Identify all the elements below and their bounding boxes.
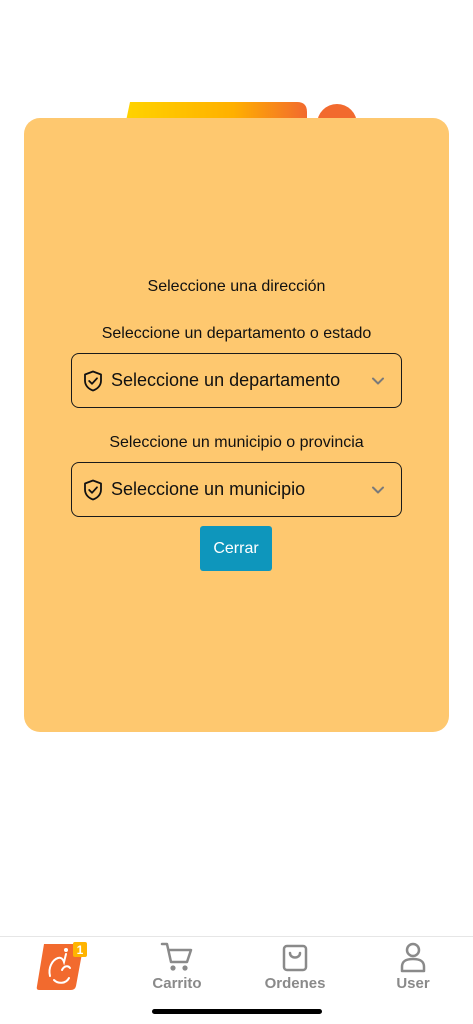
- tab-orders-label: Ordenes: [264, 975, 326, 992]
- shield-check-icon: [84, 479, 102, 500]
- shield-check-icon: [84, 370, 102, 391]
- department-label: Seleccione un departamento o estado: [101, 325, 372, 342]
- tab-cart-label: Carrito: [152, 975, 202, 992]
- tab-cart[interactable]: Carrito: [118, 937, 236, 997]
- brand-hand-icon: 1: [36, 942, 87, 990]
- tab-user[interactable]: User: [354, 937, 472, 997]
- municipality-select-value: Seleccione un municipio: [111, 479, 306, 499]
- cart-icon: [160, 942, 193, 971]
- department-select[interactable]: Seleccione un departamento: [71, 353, 402, 408]
- close-button[interactable]: Cerrar: [200, 526, 272, 571]
- tab-orders[interactable]: Ordenes: [236, 937, 354, 997]
- tab-home[interactable]: 1: [0, 937, 118, 997]
- bag-icon: [282, 944, 308, 972]
- department-select-value: Seleccione un departamento: [111, 370, 341, 390]
- municipality-label: Seleccione un municipio o provincia: [109, 434, 364, 451]
- home-indicator: [152, 1009, 322, 1014]
- modal-title: Seleccione una dirección: [147, 278, 326, 295]
- home-badge: 1: [77, 943, 84, 957]
- tab-user-label: User: [396, 975, 430, 992]
- chevron-down-icon: [372, 377, 384, 384]
- municipality-select[interactable]: Seleccione un municipio: [71, 462, 402, 517]
- chevron-down-icon: [372, 486, 384, 493]
- address-modal: Seleccione una dirección Seleccione un d…: [24, 118, 449, 732]
- user-icon: [400, 942, 426, 973]
